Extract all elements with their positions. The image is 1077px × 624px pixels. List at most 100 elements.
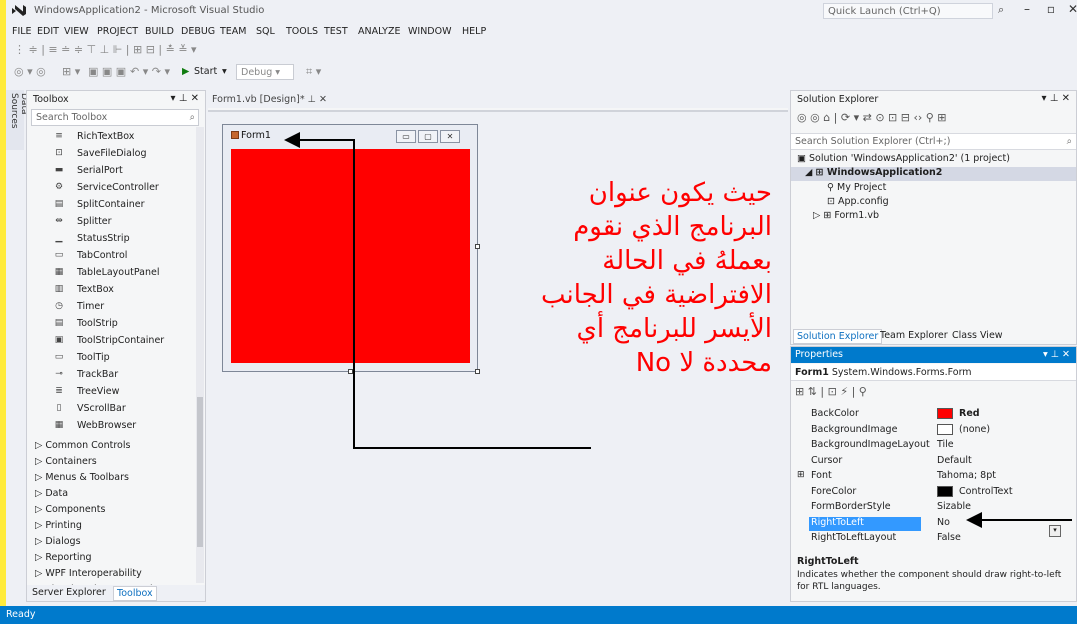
property-value[interactable]: No <box>937 517 950 528</box>
toolbox-item[interactable]: ⊸ TrackBar <box>27 367 195 384</box>
home-icon[interactable]: ◎ ◎ ⌂ | ⟳ ▾ ⇄ ⊙ ⊡ ⊟ ‹› ⚲ ⊞ <box>797 111 947 124</box>
toolbox-group[interactable]: ▷ Dialogs <box>35 536 81 547</box>
property-row[interactable]: ForeColor ControlText <box>791 485 1069 500</box>
tab-class-view[interactable]: Class View <box>949 329 1006 342</box>
resize-handle[interactable] <box>348 369 353 374</box>
toolbox-group[interactable]: ▷ Printing <box>35 520 82 531</box>
undo-icon[interactable]: ↶ ▾ ↷ ▾ <box>130 65 170 78</box>
menu-window[interactable]: WINDOW <box>408 26 452 37</box>
tab-solution-explorer[interactable]: Solution Explorer <box>793 329 883 344</box>
toolbox-item[interactable]: ⚙ ServiceController <box>27 180 195 197</box>
menu-help[interactable]: HELP <box>462 26 486 37</box>
toolbox-item[interactable]: ▥ TextBox <box>27 282 195 299</box>
expand-icon[interactable]: ⊞ <box>797 470 805 480</box>
object-selector[interactable]: Form1 System.Windows.Forms.Form <box>791 364 1076 381</box>
search-icon[interactable]: ⌕ <box>998 3 1004 17</box>
pin-close-icon[interactable]: ▾ ⊥ ✕ <box>1042 93 1070 104</box>
toolbox-item[interactable]: ▭ ToolTip <box>27 350 195 367</box>
toolbox-item[interactable]: ≡ RichTextBox <box>27 129 195 146</box>
menu-tools[interactable]: TOOLS <box>286 26 318 37</box>
property-row[interactable]: FormBorderStyle Sizable <box>791 500 1069 515</box>
tree-my-project[interactable]: ⚲ My Project <box>827 182 886 196</box>
toolbox-item[interactable]: ▤ ToolStrip <box>27 316 195 333</box>
config-dropdown[interactable]: Debug ▾ <box>236 64 294 80</box>
property-row[interactable]: Cursor Default <box>791 454 1069 469</box>
toolbox-item[interactable]: ▤ SplitContainer <box>27 197 195 214</box>
menu-team[interactable]: TEAM <box>220 26 247 37</box>
tab-form1-design[interactable]: Form1.vb [Design]* ⊥ ✕ <box>208 92 348 108</box>
pin-icon[interactable]: ⊥ <box>308 94 316 105</box>
start-button[interactable]: Start <box>194 66 217 77</box>
save-icon[interactable]: ▣ ▣ ▣ <box>88 65 126 78</box>
toolbox-item[interactable]: ▯ VScrollBar <box>27 401 195 418</box>
property-value[interactable]: ControlText <box>959 486 1013 497</box>
menu-build[interactable]: BUILD <box>145 26 174 37</box>
start-play-icon[interactable]: ▶ <box>182 66 189 77</box>
property-value[interactable]: False <box>937 532 961 543</box>
toolbox-item[interactable]: ▣ ToolStripContainer <box>27 333 195 350</box>
property-value[interactable]: Red <box>959 408 980 419</box>
toolbox-item[interactable]: ▦ TableLayoutPanel <box>27 265 195 282</box>
form-preview[interactable]: Form1 ▭ ▢ ✕ <box>222 124 478 372</box>
toolbox-group[interactable]: ▷ Components <box>35 504 105 515</box>
toolbox-group[interactable]: ▷ WPF Interoperability <box>35 568 142 579</box>
menu-test[interactable]: TEST <box>324 26 348 37</box>
menu-sql[interactable]: SQL <box>256 26 275 37</box>
tab-toolbox[interactable]: Toolbox <box>113 586 157 601</box>
new-project-icon[interactable]: ⊞ ▾ <box>62 65 80 78</box>
property-row[interactable]: RightToLeft No <box>791 516 1069 531</box>
form-client-area[interactable] <box>231 149 470 363</box>
menu-project[interactable]: PROJECT <box>97 26 138 37</box>
toolbox-item[interactable]: ▦ WebBrowser <box>27 418 195 435</box>
quick-launch-input[interactable]: Quick Launch (Ctrl+Q) <box>823 3 993 19</box>
property-row[interactable]: BackColor Red <box>791 407 1069 422</box>
tab-server-explorer[interactable]: Server Explorer <box>29 586 109 599</box>
start-dropdown-icon[interactable]: ▾ <box>222 66 227 77</box>
menu-view[interactable]: VIEW <box>64 26 89 37</box>
solution-search-input[interactable]: Search Solution Explorer (Ctrl+;) ⌕ <box>791 133 1076 150</box>
restore-button[interactable]: ▫ <box>1040 2 1062 20</box>
value-dropdown-icon[interactable]: ▾ <box>1049 525 1061 537</box>
toolbox-item[interactable]: ⊡ SaveFileDialog <box>27 146 195 163</box>
tree-app-config[interactable]: ⊡ App.config <box>827 196 889 210</box>
back-forward-icon[interactable]: ◎ ▾ ◎ <box>14 65 46 78</box>
property-row[interactable]: BackgroundImage (none) <box>791 423 1069 438</box>
pin-close-icon[interactable]: ▾ ⊥ ✕ <box>171 93 199 104</box>
property-row[interactable]: RightToLeftLayout False <box>791 531 1069 546</box>
close-button[interactable]: ✕ <box>1062 2 1077 20</box>
property-value[interactable]: (none) <box>959 424 990 435</box>
tree-solution[interactable]: ▣ Solution 'WindowsApplication2' (1 proj… <box>797 153 1010 167</box>
toolbox-search-input[interactable]: Search Toolbox ⌕ <box>31 109 199 126</box>
tree-form1[interactable]: ▷ ⊞ Form1.vb <box>813 210 879 224</box>
toolbox-group[interactable]: ▷ Data <box>35 488 68 499</box>
tree-project[interactable]: ◢ ⊞ WindowsApplication2 <box>791 167 1076 181</box>
data-sources-tab[interactable]: Data Sources <box>6 90 29 150</box>
toolbox-item[interactable]: ⇹ Splitter <box>27 214 195 231</box>
property-row[interactable]: ⊞ Font Tahoma; 8pt <box>791 469 1069 484</box>
property-row[interactable]: BackgroundImageLayout Tile <box>791 438 1069 453</box>
property-value[interactable]: Sizable <box>937 501 971 512</box>
toolbox-item[interactable]: ▭ TabControl <box>27 248 195 265</box>
minimize-button[interactable]: – <box>1016 2 1038 20</box>
tab-team-explorer[interactable]: Team Explorer <box>877 329 951 342</box>
toolbox-item[interactable]: ◷ Timer <box>27 299 195 316</box>
toolbox-item[interactable]: ≣ TreeView <box>27 384 195 401</box>
property-value[interactable]: Tile <box>937 439 954 450</box>
toolbox-scrollbar[interactable] <box>196 127 204 583</box>
toolbox-group[interactable]: ▷ Menus & Toolbars <box>35 472 129 483</box>
toolbox-item[interactable]: ▬ SerialPort <box>27 163 195 180</box>
toolbox-item[interactable]: ▁ StatusStrip <box>27 231 195 248</box>
menu-analyze[interactable]: ANALYZE <box>358 26 400 37</box>
property-value[interactable]: Tahoma; 8pt <box>937 470 996 481</box>
toolbox-group[interactable]: ▷ Reporting <box>35 552 92 563</box>
menu-edit[interactable]: EDIT <box>37 26 59 37</box>
categorized-icon[interactable]: ⊞ ⇅ | ⊡ ⚡ | ⚲ <box>795 385 867 398</box>
toolbox-group[interactable]: ▷ Common Controls <box>35 440 130 451</box>
find-icon[interactable]: ⌗ ▾ <box>306 65 321 79</box>
property-value[interactable]: Default <box>937 455 972 466</box>
pin-close-icon[interactable]: ▾ ⊥ ✕ <box>1043 349 1070 360</box>
toolbox-group[interactable]: ▷ Containers <box>35 456 97 467</box>
close-tab-icon[interactable]: ✕ <box>319 94 327 105</box>
menu-debug[interactable]: DEBUG <box>181 26 215 37</box>
menu-file[interactable]: FILE <box>12 26 32 37</box>
